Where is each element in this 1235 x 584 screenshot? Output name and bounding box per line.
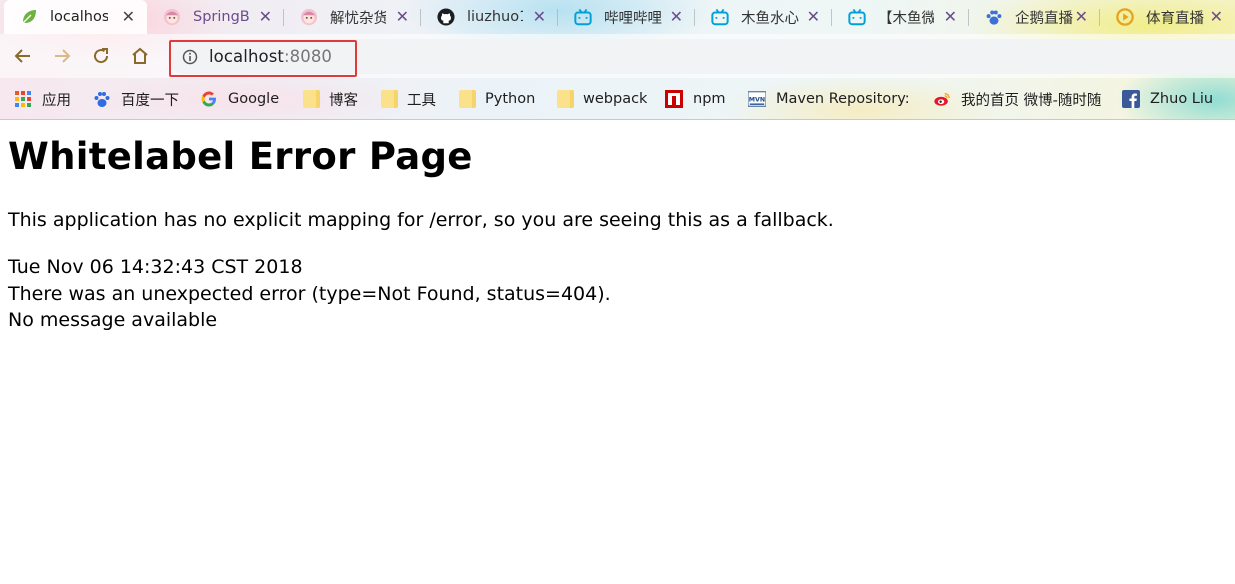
bookmark-folder-tools[interactable]: 工具 <box>379 88 436 110</box>
svg-text:MVN: MVN <box>749 97 765 104</box>
bookmark-label: Python <box>485 91 536 107</box>
close-icon[interactable]: ✕ <box>259 8 272 26</box>
bookmark-label: 应用 <box>42 92 71 109</box>
paw-icon <box>985 8 1003 26</box>
close-icon[interactable]: ✕ <box>670 8 683 26</box>
bookmark-label: 工具 <box>407 92 436 109</box>
back-arrow-icon[interactable] <box>12 45 34 67</box>
browser-chrome: localhos ✕ SpringB ✕ 解忧杂货 ✕ liuzhuo1 ✕ 哔… <box>0 0 1235 120</box>
apps-grid-icon <box>14 90 32 108</box>
bilibili-icon <box>574 8 592 26</box>
tab-title: 【木鱼微 <box>878 10 934 27</box>
tab-qie[interactable]: 企鹅直播 ✕ <box>969 0 1100 34</box>
close-icon[interactable]: ✕ <box>1075 8 1088 26</box>
close-icon[interactable]: ✕ <box>122 8 135 26</box>
browser-toolbar: localhost:8080 <box>0 34 1235 78</box>
facebook-icon <box>1122 90 1140 108</box>
error-timestamp: Tue Nov 06 14:32:43 CST 2018 <box>8 256 303 278</box>
close-icon[interactable]: ✕ <box>944 8 957 26</box>
bookmark-label: 我的首页 微博-随时随 <box>961 92 1102 109</box>
github-icon <box>437 8 455 26</box>
error-type-line: There was an unexpected error (type=Not … <box>8 282 611 305</box>
bookmark-google[interactable]: Google <box>200 88 279 110</box>
bookmark-label: Google <box>228 91 280 107</box>
close-icon[interactable]: ✕ <box>1210 8 1223 26</box>
bookmark-label: 百度一下 <box>121 92 179 109</box>
folder-icon <box>301 90 320 108</box>
mvn-icon: MVN <box>748 90 766 108</box>
tab-title: localhos <box>50 9 108 25</box>
bookmark-folder-python[interactable]: Python <box>457 88 535 110</box>
tab-title: 解忧杂货 <box>330 10 386 27</box>
bookmark-folder-webpack[interactable]: webpack <box>555 88 647 110</box>
url-host: localhost <box>209 47 284 66</box>
close-icon[interactable]: ✕ <box>396 8 409 26</box>
bookmark-label: npm <box>693 91 726 107</box>
tab-title: 哔哩哔哩 <box>604 10 662 27</box>
tab-bilibili[interactable]: 哔哩哔哩 ✕ <box>558 0 695 34</box>
tab-springboot[interactable]: SpringB ✕ <box>147 0 284 34</box>
address-url[interactable]: localhost:8080 <box>209 47 332 66</box>
tab-title: 木鱼水心 <box>741 10 799 27</box>
home-icon[interactable] <box>129 45 151 67</box>
tab-muyu[interactable]: 木鱼水心 ✕ <box>695 0 832 34</box>
info-icon[interactable] <box>182 49 198 65</box>
google-icon <box>200 90 218 108</box>
baidu-paw-icon <box>93 90 111 108</box>
error-message: This application has no explicit mapping… <box>8 209 834 231</box>
folder-icon <box>555 90 574 108</box>
tab-tiyu[interactable]: 体育直播 ✕ <box>1100 0 1235 34</box>
bookmark-label: webpack <box>583 91 648 107</box>
bookmark-npm[interactable]: npm <box>665 88 726 110</box>
page-content: Whitelabel Error Page This application h… <box>0 120 1235 584</box>
bookmark-label: 博客 <box>329 92 358 109</box>
bookmark-label: Maven Repository: : <box>776 91 913 107</box>
bookmark-label: Zhuo Liu <box>1150 91 1214 107</box>
anime-avatar-icon <box>163 8 181 26</box>
bookmark-facebook[interactable]: Zhuo Liu <box>1122 88 1213 110</box>
bookmarks-bar: 应用 百度一下 Google 博客 工具 Python webpack npm … <box>0 80 1235 118</box>
npm-icon <box>665 90 683 108</box>
anime-avatar-icon <box>300 8 318 26</box>
error-detail-line: No message available <box>8 309 218 331</box>
close-icon[interactable]: ✕ <box>533 8 546 26</box>
bilibili-icon <box>711 8 729 26</box>
bookmark-baidu[interactable]: 百度一下 <box>93 88 179 110</box>
tab-title: 企鹅直播 <box>1015 10 1073 27</box>
bookmark-apps[interactable]: 应用 <box>14 88 71 110</box>
bookmark-weibo[interactable]: 我的首页 微博-随时随 <box>933 88 1105 110</box>
spring-leaf-icon <box>20 8 38 26</box>
reload-icon[interactable] <box>90 45 112 67</box>
folder-icon <box>457 90 476 108</box>
tab-title: 体育直播 <box>1146 10 1204 27</box>
tab-muyu-2[interactable]: 【木鱼微 ✕ <box>832 0 969 34</box>
tab-jieyou[interactable]: 解忧杂货 ✕ <box>284 0 421 34</box>
bilibili-icon <box>848 8 866 26</box>
tab-title: SpringB <box>193 9 250 25</box>
folder-icon <box>379 90 398 108</box>
close-icon[interactable]: ✕ <box>807 8 820 26</box>
url-port: :8080 <box>283 47 333 66</box>
forward-arrow-icon[interactable] <box>51 45 73 67</box>
play-circle-icon <box>1116 8 1134 26</box>
error-details: Tue Nov 06 14:32:43 CST 2018 There was a… <box>8 254 611 334</box>
tab-localhost[interactable]: localhos ✕ <box>4 0 147 34</box>
bookmark-maven[interactable]: MVN Maven Repository: : <box>748 88 913 110</box>
bookmark-folder-blog[interactable]: 博客 <box>301 88 358 110</box>
tab-strip: localhos ✕ SpringB ✕ 解忧杂货 ✕ liuzhuo1 ✕ 哔… <box>0 0 1235 34</box>
weibo-icon <box>933 90 951 108</box>
tab-github[interactable]: liuzhuo1 ✕ <box>421 0 558 34</box>
tab-title: liuzhuo1 <box>467 9 523 25</box>
address-bar[interactable]: localhost:8080 <box>168 39 1235 74</box>
page-title: Whitelabel Error Page <box>8 135 473 178</box>
